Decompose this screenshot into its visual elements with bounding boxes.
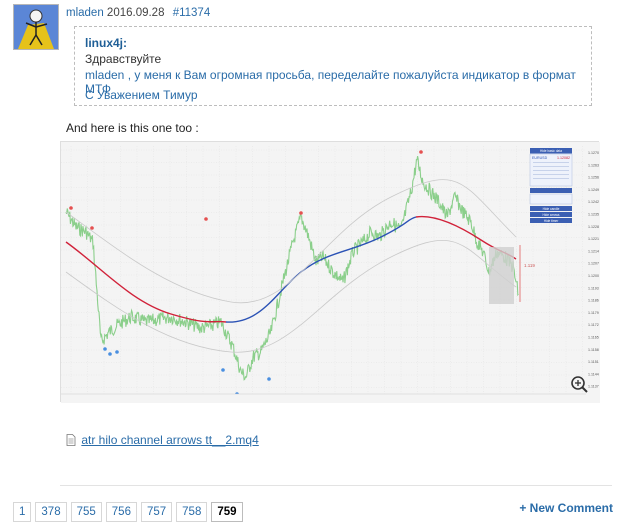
divider — [60, 485, 612, 486]
quote-author: linux4j: — [85, 36, 128, 50]
price-tick: 1.1214 — [588, 249, 599, 253]
new-comment-button[interactable]: + New Comment — [519, 501, 613, 515]
page-757[interactable]: 757 — [140, 502, 173, 522]
price-tick: 1.1172 — [588, 323, 599, 327]
arrow-blue — [115, 350, 119, 354]
selection-box — [489, 247, 514, 304]
panel-btn-basic: Hide basic data — [540, 149, 562, 153]
chart-screenshot[interactable]: 1.119 Hide basic data EURUSD 1.12082 Hid… — [60, 141, 600, 403]
price-tick: 1.1242 — [588, 200, 599, 204]
price-label: 1.119 — [524, 263, 535, 268]
page-378[interactable]: 378 — [35, 502, 67, 522]
price-tick: 1.1158 — [588, 348, 599, 352]
pagination: 1 378 755 756 757 758 759 — [13, 502, 243, 522]
page-755[interactable]: 755 — [70, 502, 102, 522]
avatar-image — [14, 5, 58, 49]
arrow-blue — [103, 347, 107, 351]
panel-btn-timer: Hide timer — [544, 219, 559, 223]
arrow-red — [299, 211, 303, 215]
price-tick: 1.1256 — [588, 176, 599, 180]
page-756[interactable]: 756 — [105, 502, 137, 522]
price-tick: 1.1263 — [588, 163, 599, 167]
page-current[interactable]: 759 — [211, 502, 243, 522]
price-tick: 1.1193 — [588, 286, 599, 290]
post-permalink[interactable]: #11374 — [173, 7, 211, 19]
panel-btn-candle: Hide candle — [543, 207, 560, 211]
price-tick: 1.1137 — [588, 385, 599, 389]
price-tick: 1.1144 — [588, 372, 599, 376]
price-tick: 1.1179 — [588, 311, 599, 315]
price-tick: 1.1151 — [588, 360, 599, 364]
price-tick: 1.1270 — [588, 151, 599, 155]
attachment-link[interactable]: atr hilo channel arrows tt__2.mq4 — [81, 433, 258, 447]
post-author[interactable]: mladen — [66, 7, 104, 19]
post-body-text: And here is this one too : — [66, 121, 199, 135]
quote-block: linux4j: Здравствуйте mladen , у меня к … — [74, 26, 592, 106]
arrow-red — [204, 217, 208, 221]
quote-signature: С Уважением Тимур — [85, 88, 198, 102]
arrow-blue — [108, 352, 112, 356]
chart-image: 1.119 Hide basic data EURUSD 1.12082 Hid… — [61, 142, 600, 403]
price-tick: 1.1235 — [588, 213, 599, 217]
avatar[interactable] — [13, 4, 59, 50]
arrow-red — [69, 206, 73, 210]
post-meta: mladen 2016.09.28 #11374 — [66, 7, 210, 19]
arrow-blue — [221, 368, 225, 372]
panel-symbol: EURUSD — [532, 156, 548, 160]
post-date: 2016.09.28 — [106, 7, 165, 19]
price-tick: 1.1207 — [588, 262, 599, 266]
attachment[interactable]: atr hilo channel arrows tt__2.mq4 — [66, 433, 259, 447]
price-tick: 1.1165 — [588, 336, 599, 340]
price-tick: 1.1186 — [588, 299, 599, 303]
price-tick: 1.1249 — [588, 188, 599, 192]
arrow-blue — [267, 377, 271, 381]
panel-btn-arrows: Hide arrows — [542, 213, 559, 217]
panel-value: 1.12082 — [557, 156, 570, 160]
price-tick: 1.1228 — [588, 225, 599, 229]
price-tick: 1.1221 — [588, 237, 599, 241]
file-icon — [66, 434, 76, 446]
arrow-red — [90, 226, 94, 230]
arrow-red — [419, 150, 423, 154]
quote-greeting: Здравствуйте — [85, 52, 162, 66]
page-1[interactable]: 1 — [13, 502, 32, 522]
price-tick: 1.1200 — [588, 274, 599, 278]
page-758[interactable]: 758 — [176, 502, 208, 522]
